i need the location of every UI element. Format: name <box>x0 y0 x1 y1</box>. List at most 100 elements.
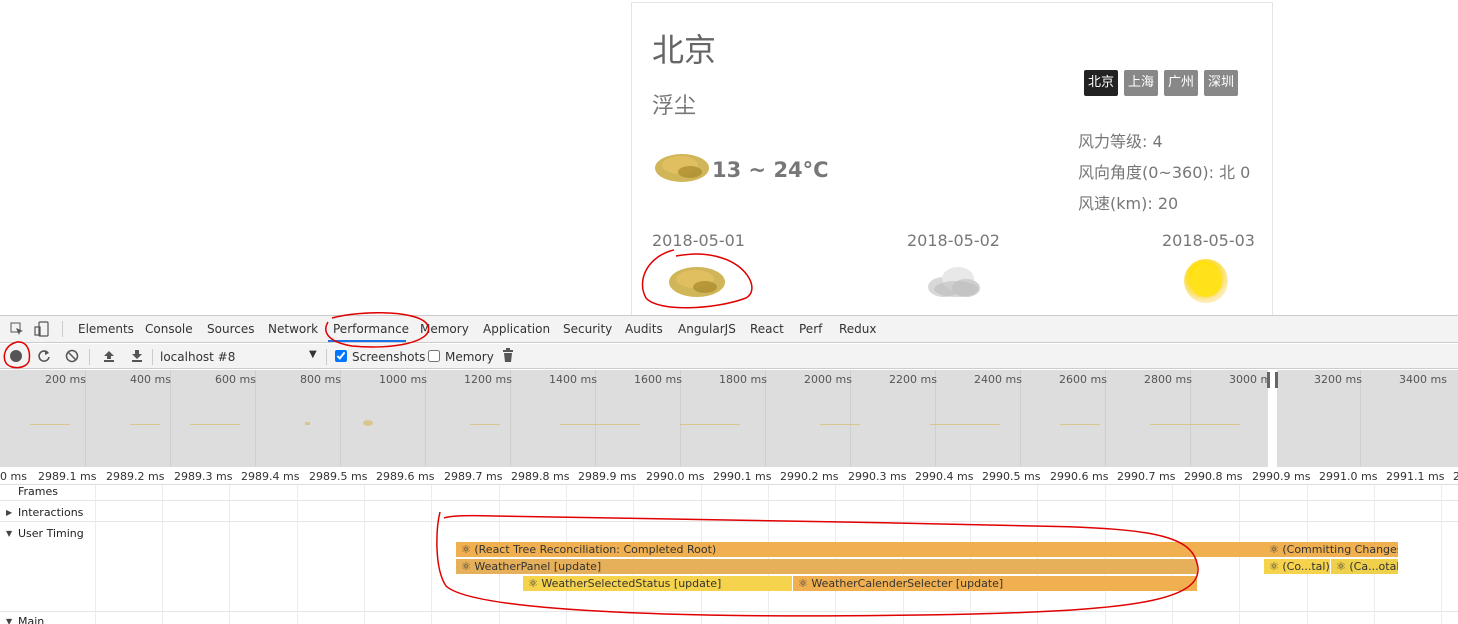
memory-label: Memory <box>445 350 494 364</box>
performance-toolbar: localhost #8 ▼ Screenshots Memory <box>0 344 1458 369</box>
city-button-beijing[interactable]: 北京 <box>1084 70 1119 96</box>
divider <box>62 321 63 337</box>
track-main[interactable]: Main <box>18 615 44 624</box>
reload-icon[interactable] <box>37 349 51 363</box>
forecast-date-2: 2018-05-02 <box>907 231 1000 250</box>
bar-committing-changes[interactable]: ⚛ (Committing Changes) <box>1264 542 1398 557</box>
ruler-tick: 2989.4 ms <box>241 470 300 483</box>
trash-icon[interactable] <box>502 348 514 363</box>
device-toolbar-icon[interactable] <box>34 321 50 337</box>
ruler-tick: 2990.7 ms <box>1117 470 1176 483</box>
gridline <box>229 467 230 624</box>
ruler-tick: 2990.3 ms <box>848 470 907 483</box>
city-button-shenzhen[interactable]: 深圳 <box>1204 70 1239 96</box>
overview-tick: 2600 ms <box>1059 373 1107 386</box>
tab-network[interactable]: Network <box>268 322 318 336</box>
gridline <box>431 467 432 624</box>
active-tab-indicator <box>328 340 406 342</box>
ruler-tick: 2990.0 ms <box>646 470 705 483</box>
tab-react[interactable]: React <box>750 322 784 336</box>
ruler-tick: 2990.2 ms <box>780 470 839 483</box>
overview-right-handle[interactable] <box>1275 372 1278 388</box>
screenshots-checkbox[interactable] <box>335 350 347 362</box>
divider <box>89 349 90 365</box>
overview-tick: 1400 ms <box>549 373 597 386</box>
gridline <box>364 467 365 624</box>
screenshots-label: Screenshots <box>352 350 426 364</box>
ruler-tick: 2989.3 ms <box>174 470 233 483</box>
city-button-guangzhou[interactable]: 广州 <box>1164 70 1199 96</box>
upload-icon[interactable] <box>102 349 116 363</box>
sun-icon <box>1184 259 1228 303</box>
overview-tick: 1600 ms <box>634 373 682 386</box>
track-frames[interactable]: Frames <box>18 485 58 498</box>
gridline <box>95 467 96 624</box>
city-button-shanghai[interactable]: 上海 <box>1124 70 1159 96</box>
bar-react-reconciliation[interactable]: ⚛ (React Tree Reconciliation: Completed … <box>456 542 1264 557</box>
bar-weather-calender-selecter[interactable]: ⚛ WeatherCalenderSelecter [update] <box>793 576 1197 591</box>
ruler-tick: 2989.9 ms <box>578 470 637 483</box>
ruler-tick: 2990.5 ms <box>982 470 1041 483</box>
tab-redux[interactable]: Redux <box>839 322 877 336</box>
bar-ca-otal[interactable]: ⚛ (Ca...otal) <box>1331 559 1398 574</box>
download-icon[interactable] <box>130 349 144 363</box>
tab-sources[interactable]: Sources <box>207 322 254 336</box>
gridline <box>162 467 163 624</box>
ruler-tick: 2990.8 ms <box>1184 470 1243 483</box>
weather-card: 北京 浮尘 13 ~ 24°C 北京 上海 广州 深圳 风力等级: 4 风向角度… <box>631 2 1273 315</box>
inspect-element-icon[interactable] <box>10 322 24 336</box>
bar-weather-panel-update[interactable]: ⚛ WeatherPanel [update] <box>456 559 1197 574</box>
track-divider <box>0 611 1458 612</box>
tab-perf[interactable]: Perf <box>799 322 822 336</box>
gridline <box>297 467 298 624</box>
forecast-date-1: 2018-05-01 <box>652 231 745 250</box>
wind-speed: 风速(km): 20 <box>1078 194 1179 213</box>
ruler-tick: 2989.2 ms <box>106 470 165 483</box>
collapse-triangle-icon[interactable]: ▼ <box>6 529 12 538</box>
tab-memory[interactable]: Memory <box>420 322 469 336</box>
profile-select[interactable]: localhost #8 <box>160 350 235 364</box>
tab-performance[interactable]: Performance <box>333 322 409 336</box>
track-user-timing[interactable]: User Timing <box>18 527 84 540</box>
tab-angularjs[interactable]: AngularJS <box>678 322 736 336</box>
track-interactions[interactable]: Interactions <box>18 506 83 519</box>
divider <box>326 349 327 365</box>
tab-elements[interactable]: Elements <box>78 322 134 336</box>
ruler-tick: 2990.6 ms <box>1050 470 1109 483</box>
tab-application[interactable]: Application <box>483 322 550 336</box>
track-divider <box>0 500 1458 501</box>
bar-co-tal[interactable]: ⚛ (Co...tal) <box>1264 559 1330 574</box>
chevron-down-icon[interactable]: ▼ <box>309 349 317 360</box>
overview-tick: 1800 ms <box>719 373 767 386</box>
ruler-tick: 2991.1 ms <box>1386 470 1445 483</box>
expand-triangle-icon[interactable]: ▶ <box>6 508 12 517</box>
ruler-tick: 2989.7 ms <box>444 470 503 483</box>
wind-level: 风力等级: 4 <box>1078 132 1163 151</box>
ruler-tick: 2 <box>1453 470 1458 483</box>
overview-left-handle[interactable] <box>1267 372 1270 388</box>
cloud-icon <box>928 267 980 297</box>
overview-tick: 2200 ms <box>889 373 937 386</box>
ruler-tick: 2989.5 ms <box>309 470 368 483</box>
clear-icon[interactable] <box>65 349 79 363</box>
overview-tick: 2800 ms <box>1144 373 1192 386</box>
overview-tick: 3400 ms <box>1399 373 1447 386</box>
dust-icon <box>669 267 725 297</box>
ruler-tick: 2990.4 ms <box>915 470 974 483</box>
overview-tick: 1200 ms <box>464 373 512 386</box>
collapse-triangle-icon[interactable]: ▼ <box>6 617 12 624</box>
track-divider <box>0 521 1458 522</box>
tab-security[interactable]: Security <box>563 322 612 336</box>
temperature-range: 13 ~ 24°C <box>712 158 829 182</box>
overview-tick: 2000 ms <box>804 373 852 386</box>
memory-checkbox[interactable] <box>428 350 440 362</box>
overview-tick: 600 ms <box>215 373 256 386</box>
ruler-tick: 2989.8 ms <box>511 470 570 483</box>
record-icon[interactable] <box>9 349 23 363</box>
tab-audits[interactable]: Audits <box>625 322 663 336</box>
dust-icon <box>655 154 709 182</box>
tab-console[interactable]: Console <box>145 322 193 336</box>
bar-weather-selected-status[interactable]: ⚛ WeatherSelectedStatus [update] <box>523 576 792 591</box>
overview-activity <box>30 420 1275 426</box>
timeline-overview[interactable]: 200 ms 400 ms 600 ms 800 ms 1000 ms 1200… <box>0 370 1458 467</box>
